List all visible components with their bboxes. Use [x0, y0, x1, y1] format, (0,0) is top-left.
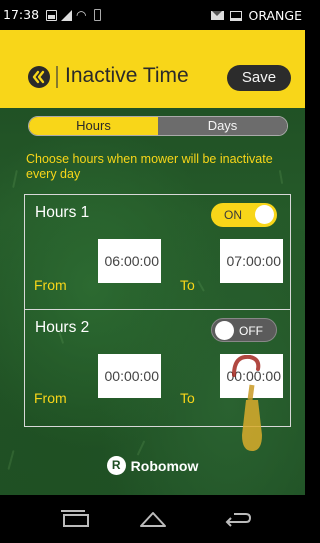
toggle-label: OFF [239, 324, 263, 338]
range-title: Hours 1 [35, 204, 90, 221]
grass-decoration [12, 169, 18, 189]
battery-icon [94, 9, 101, 21]
toggle-label: ON [224, 208, 242, 222]
toggle-knob [215, 321, 234, 340]
toggle-knob [255, 205, 274, 224]
status-time: 17:38 [3, 7, 40, 22]
brand-name: Robomow [130, 457, 199, 474]
robomow-logo-icon: R [106, 456, 126, 475]
wifi-icon: ◠ [76, 8, 87, 22]
range-toggle[interactable]: OFF [211, 318, 277, 342]
signal-icon [61, 10, 72, 21]
nav-back-icon[interactable] [222, 507, 256, 529]
range-toggle[interactable]: ON [211, 203, 277, 227]
to-label: To [180, 277, 195, 293]
to-label: To [180, 390, 195, 406]
back-icon [32, 70, 45, 84]
instruction-text: Choose hours when mower will be inactiva… [26, 152, 273, 181]
app-content: Inactive Time Save Hours Days Choose hou… [0, 30, 305, 495]
brand-logo: R Robomow [0, 456, 305, 475]
tab-hours[interactable]: Hours [29, 117, 158, 135]
from-time-field[interactable]: 00:00:00 [98, 354, 161, 398]
mower-handle-decoration [232, 355, 262, 451]
system-nav-bar [0, 495, 305, 543]
status-bar: 17:38 ◠ ORANGE [0, 0, 305, 30]
range-title: Hours 2 [35, 319, 90, 336]
hours-range-panel: Hours 1 ON 06:00:00 From To 07:00:00 [24, 194, 291, 310]
to-time-field[interactable]: 07:00:00 [220, 239, 283, 283]
screen-icon [230, 10, 243, 21]
from-label: From [34, 390, 67, 406]
save-button[interactable]: Save [227, 65, 291, 91]
status-icons: ◠ [46, 9, 101, 21]
photo-icon [46, 10, 57, 21]
back-button[interactable] [28, 66, 50, 88]
hours-days-segment: Hours Days [28, 116, 288, 136]
grass-decoration [136, 440, 146, 456]
header-bar: Inactive Time Save [0, 30, 305, 108]
recent-apps-icon[interactable] [58, 507, 92, 529]
mail-icon [211, 11, 225, 20]
page-title: Inactive Time [65, 64, 189, 87]
carrier-name: ORANGE [248, 8, 302, 23]
from-time-field[interactable]: 06:00:00 [98, 239, 161, 283]
home-icon[interactable] [136, 507, 170, 529]
tab-days[interactable]: Days [158, 117, 287, 135]
title-divider [56, 66, 58, 88]
from-label: From [34, 277, 67, 293]
